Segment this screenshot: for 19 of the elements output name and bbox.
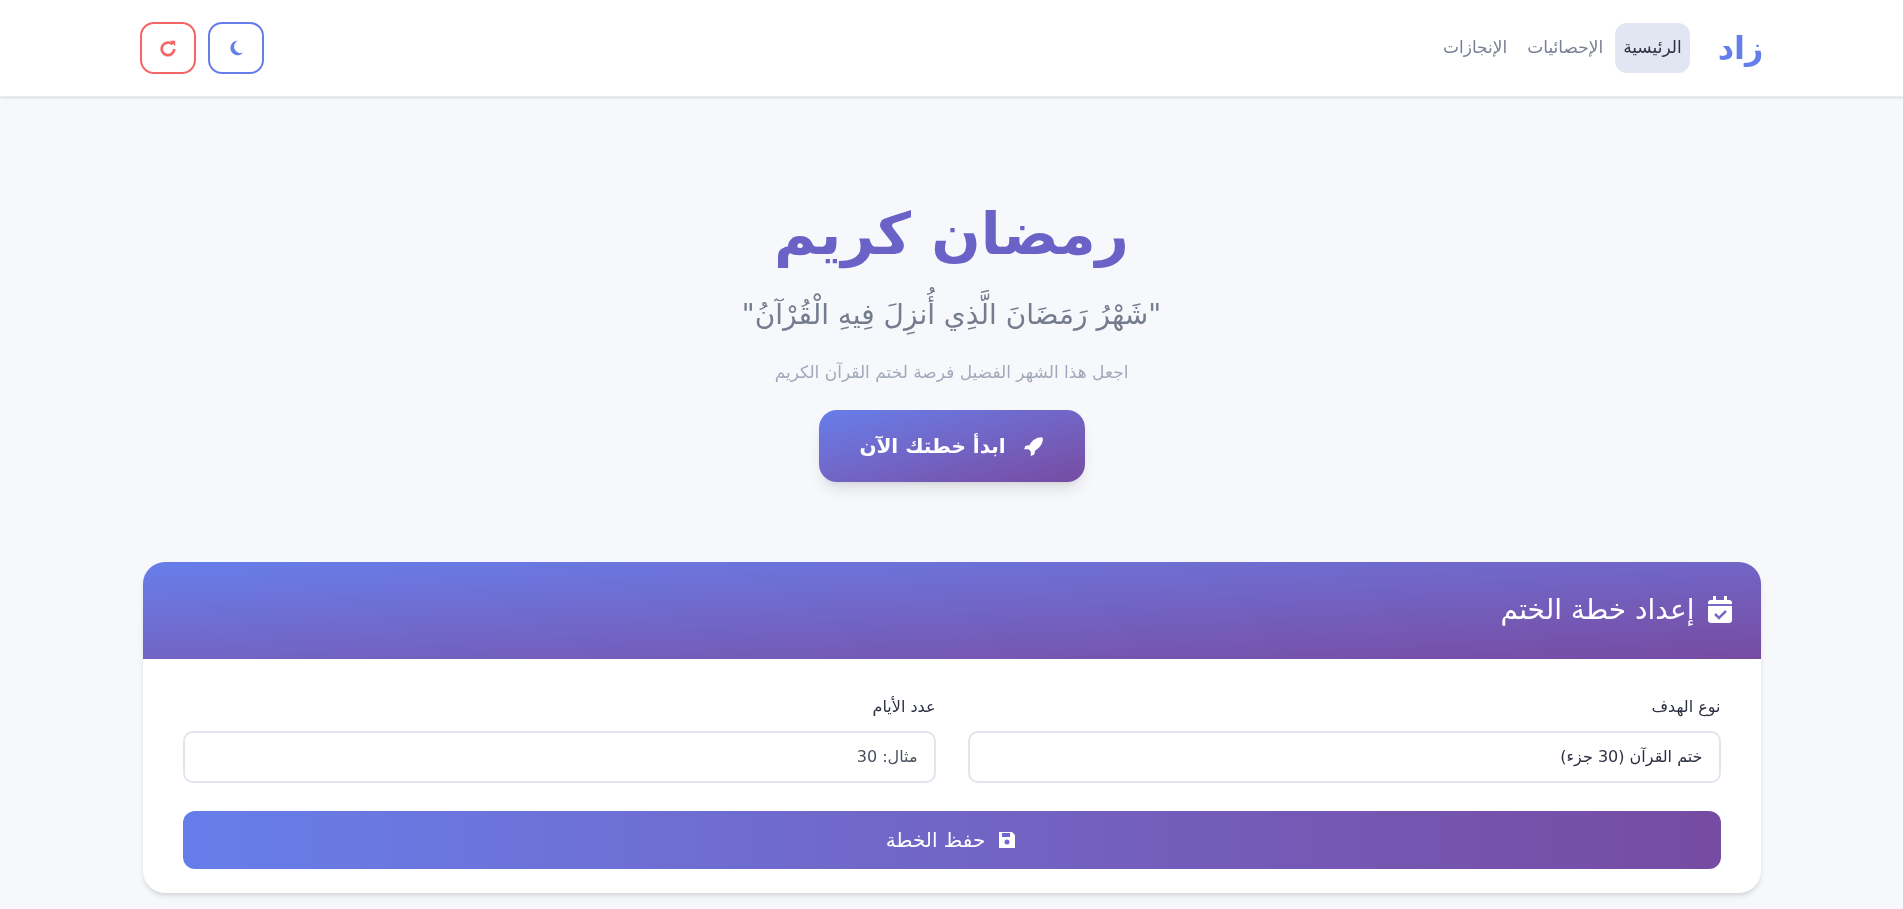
save-plan-button[interactable]: حفظ الخطة: [182, 810, 1721, 869]
days-input[interactable]: مثال: 30: [182, 730, 936, 783]
nav-link[interactable]: الرئيسية: [1615, 23, 1690, 73]
verse-text: "شَهْرُ رَمَضَانَ الَّذِي أُنزِلَ فِيهِ الْقُرْآنُ": [741, 286, 1162, 345]
hero-title: رمضان كريم: [774, 199, 1129, 271]
field-label: عدد الأيام: [871, 695, 936, 718]
rocket-icon: [1021, 434, 1044, 457]
goal-select[interactable]: ختم القرآن (30 جزء): [967, 730, 1721, 783]
calendar-check-icon: [1706, 596, 1733, 625]
start-plan-button[interactable]: ابدأ خطتك الآن: [818, 409, 1085, 482]
reset-button[interactable]: [139, 22, 196, 74]
card-title: إعداد خطة الختم: [1500, 592, 1695, 629]
nav-link[interactable]: الإحصائيات: [1519, 23, 1612, 73]
dark-mode-button[interactable]: [207, 22, 264, 74]
hero-subtitle: اجعل هذا الشهر الفضيل فرصة لختم القرآن الكريم: [774, 361, 1129, 385]
logo[interactable]: زاد: [1717, 24, 1764, 72]
field-label: نوع الهدف: [1650, 695, 1721, 719]
refresh-icon: [158, 39, 177, 57]
nav-link[interactable]: الإنجازات: [1434, 23, 1516, 73]
